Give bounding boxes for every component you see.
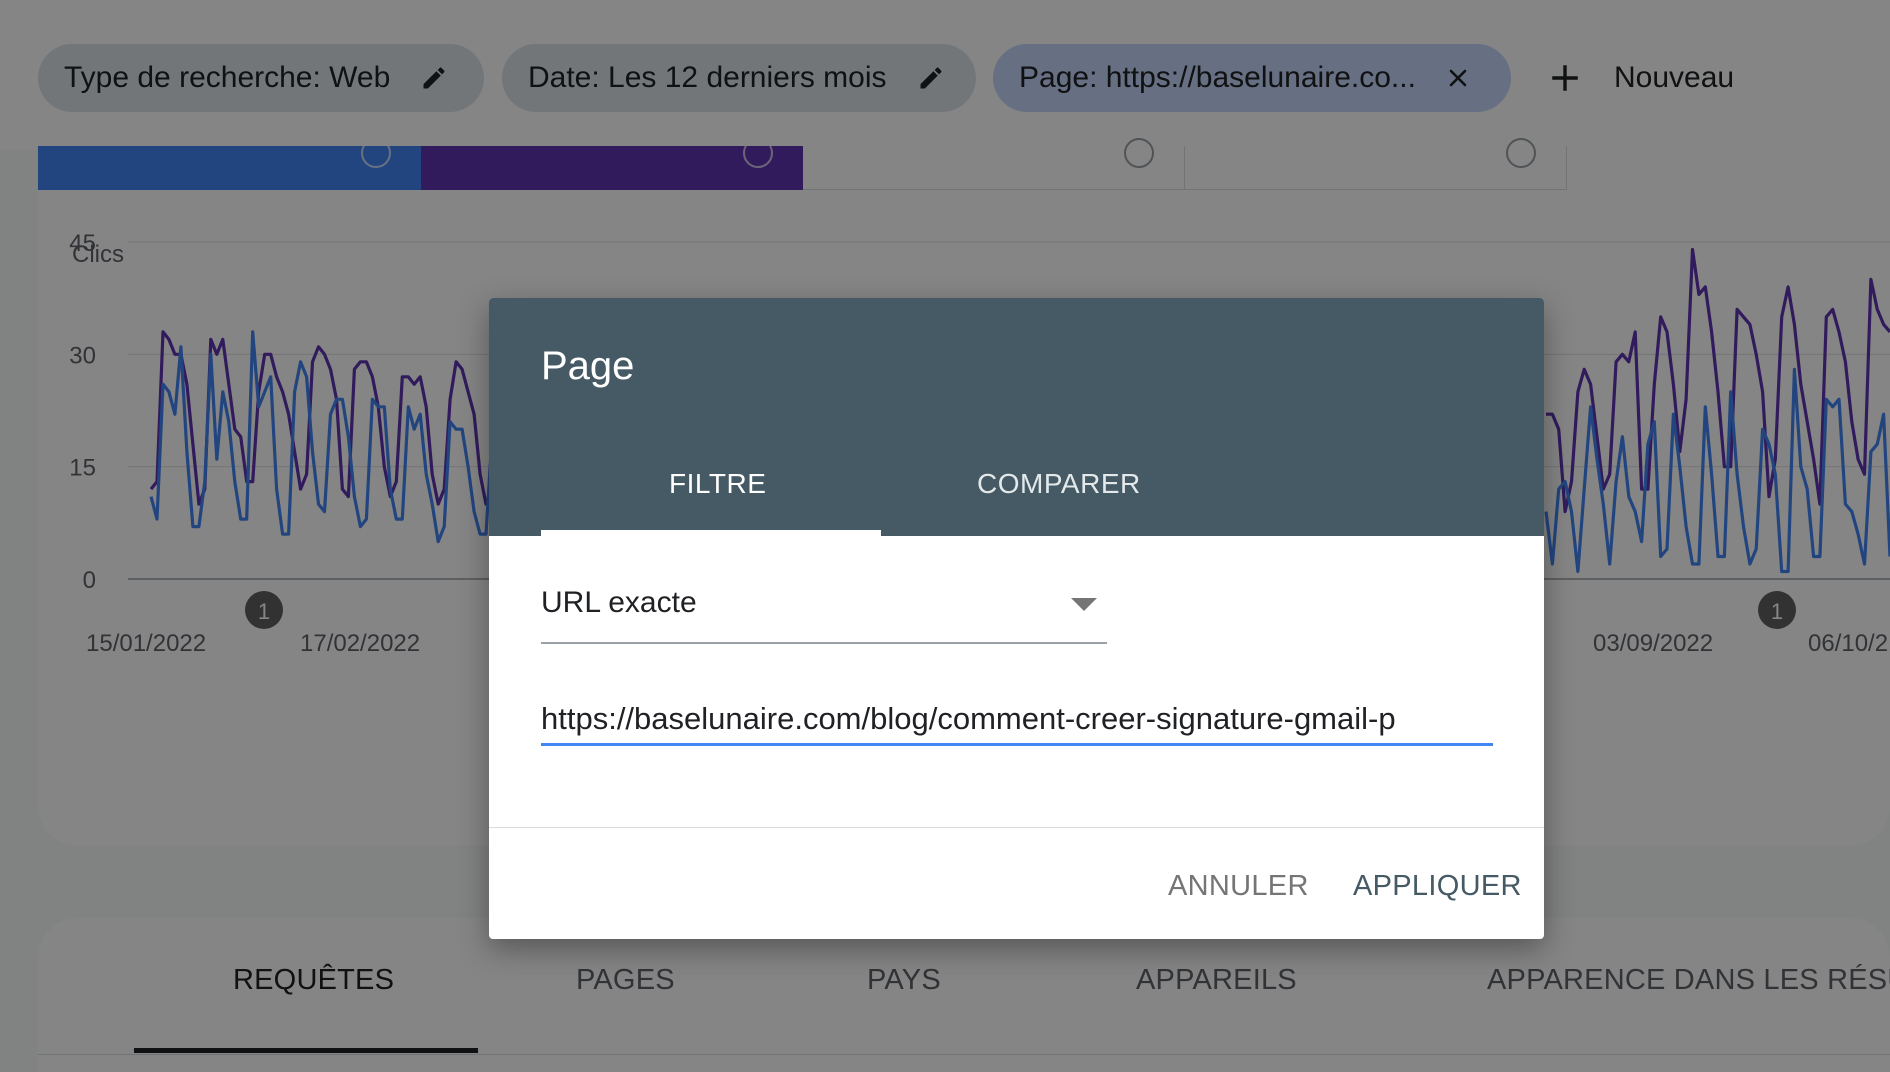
dialog-divider bbox=[489, 827, 1544, 828]
tab-filter[interactable]: FILTRE bbox=[669, 468, 766, 500]
dialog-header: Page FILTRE COMPARER bbox=[489, 298, 1544, 536]
url-input[interactable] bbox=[541, 694, 1493, 746]
page-filter-dialog: Page FILTRE COMPARER URL exacte ANNULER … bbox=[489, 298, 1544, 939]
active-tab-indicator bbox=[541, 530, 881, 536]
dialog-title: Page bbox=[541, 344, 635, 388]
dropdown-arrow-icon bbox=[1071, 598, 1097, 611]
tab-compare[interactable]: COMPARER bbox=[977, 468, 1141, 500]
cancel-button[interactable]: ANNULER bbox=[1168, 870, 1309, 903]
apply-button[interactable]: APPLIQUER bbox=[1353, 870, 1522, 903]
match-type-value: URL exacte bbox=[541, 586, 697, 619]
match-type-select[interactable]: URL exacte bbox=[541, 574, 1107, 644]
